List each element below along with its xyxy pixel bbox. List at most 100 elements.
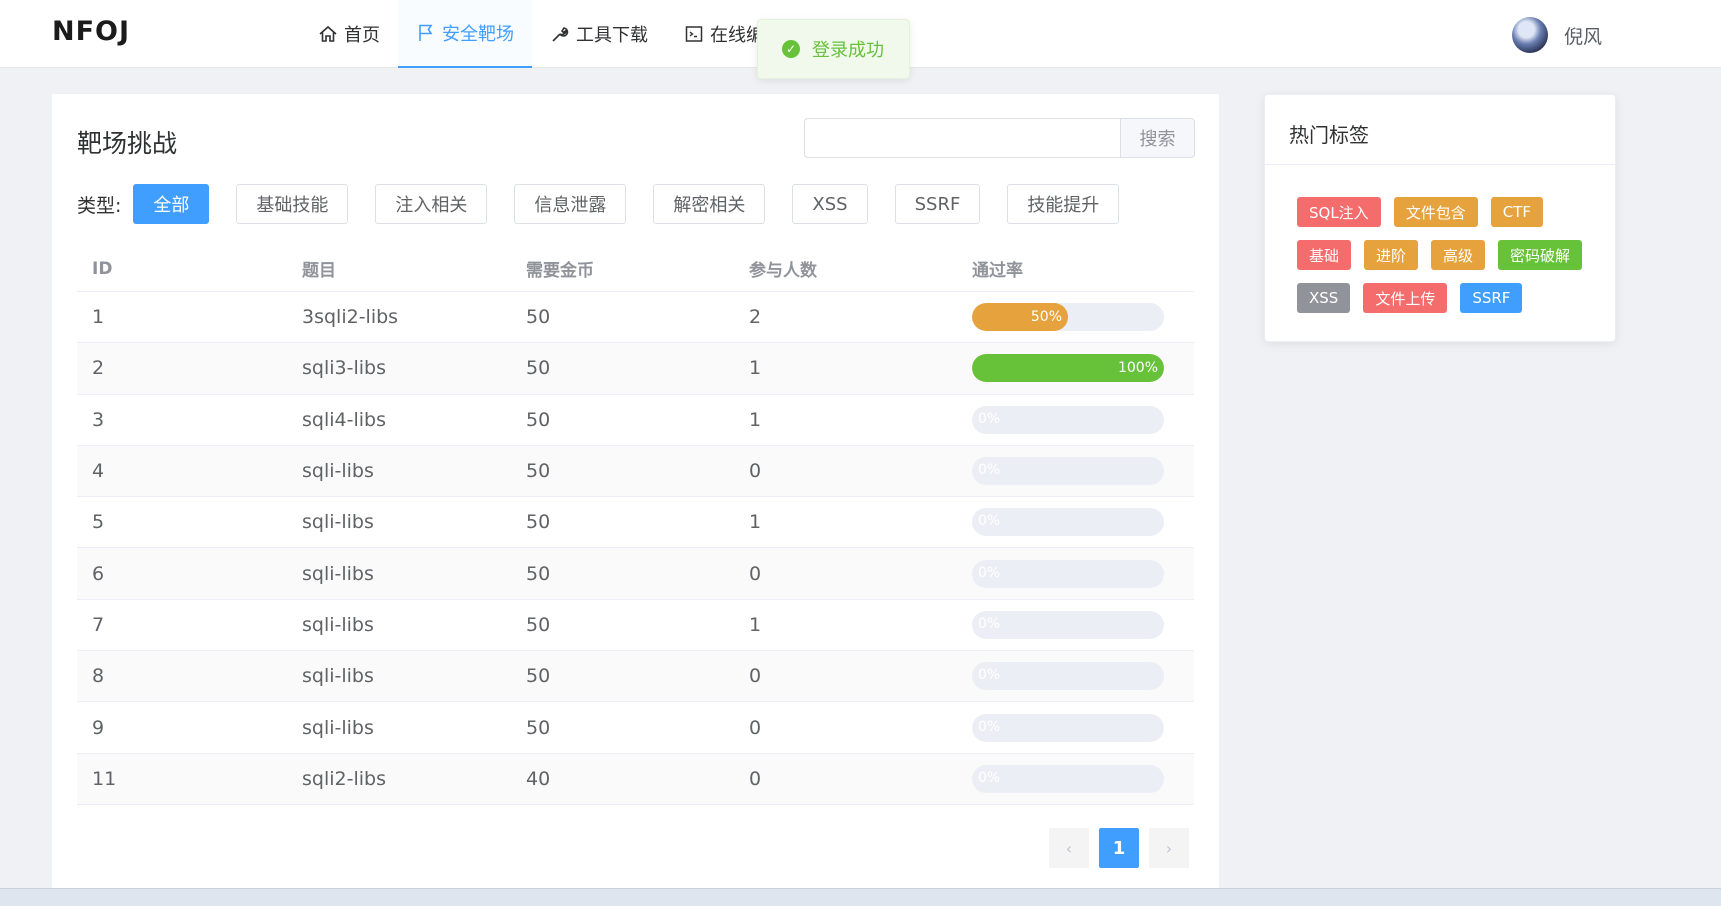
cell-title[interactable]: sqli-libs — [302, 460, 526, 482]
table-row[interactable]: 11 sqli2-libs 40 0 0% — [77, 753, 1194, 805]
challenge-table: ID 题目 需要金币 参与人数 通过率 1 3sqli2-libs 50 2 50% 2 s… — [77, 246, 1194, 805]
table-row[interactable]: 1 3sqli2-libs 50 2 50% — [77, 292, 1194, 344]
cell-participants: 0 — [749, 562, 762, 585]
type-all-button[interactable]: 全部 — [133, 184, 210, 224]
cell-id: 9 — [92, 716, 105, 739]
cell-id: 3 — [92, 408, 105, 431]
table-row[interactable]: 4 sqli-libs 50 0 0% — [77, 445, 1194, 498]
cell-title[interactable]: sqli-libs — [302, 717, 526, 739]
challenge-panel: 靶场挑战 搜索 类型: 全部 基础技能 注入相关 信息泄露 解密相关 XSS S… — [52, 94, 1219, 906]
nav-tools-download-label: 工具下载 — [576, 25, 648, 46]
nav-tools-download[interactable]: 工具下载 — [532, 0, 666, 68]
user-name[interactable]: 倪风 — [1564, 22, 1602, 49]
cell-title[interactable]: sqli3-libs — [302, 357, 526, 379]
hot-tags-title: 热门标签 — [1265, 95, 1615, 165]
progress-label: 0% — [978, 513, 1001, 530]
home-icon — [318, 24, 338, 44]
wrench-icon — [550, 24, 570, 44]
pass-rate-progress-bar: 0% — [972, 405, 1164, 434]
cell-participants: 0 — [749, 767, 762, 790]
table-row[interactable]: 5 sqli-libs 50 1 0% — [77, 497, 1194, 549]
avatar[interactable] — [1512, 17, 1548, 53]
type-filter-label: 类型: — [77, 194, 122, 217]
cell-participants: 0 — [749, 665, 762, 688]
cell-title[interactable]: sqli-libs — [302, 614, 526, 636]
page-1-button[interactable]: 1 — [1099, 828, 1139, 868]
type-advanced-button[interactable]: 技能提升 — [1007, 184, 1120, 224]
table-row[interactable]: 7 sqli-libs 50 1 0% — [77, 600, 1194, 652]
cell-title[interactable]: sqli-libs — [302, 665, 526, 687]
cell-coins: 40 — [526, 767, 551, 790]
cell-pass-rate: 0% — [972, 405, 1194, 434]
cell-title[interactable]: sqli4-libs — [302, 409, 526, 431]
table-row[interactable]: 2 sqli3-libs 50 1 100% — [77, 343, 1194, 395]
cell-id: 7 — [92, 613, 105, 636]
user-menu[interactable]: 倪风 — [1512, 17, 1602, 53]
terminal-icon — [684, 24, 704, 44]
type-basic-button[interactable]: 基础技能 — [236, 184, 349, 224]
tag-item[interactable]: 进阶 — [1364, 240, 1419, 270]
nav-home-label: 首页 — [344, 25, 380, 46]
tag-item[interactable]: 密码破解 — [1498, 240, 1583, 270]
tag-item[interactable]: SSRF — [1460, 283, 1523, 313]
nav-home[interactable]: 首页 — [300, 0, 398, 68]
progress-label: 0% — [978, 462, 1001, 479]
prev-page-button[interactable]: ‹ — [1049, 828, 1089, 868]
cell-coins: 50 — [526, 357, 551, 380]
table-row[interactable]: 9 sqli-libs 50 0 0% — [77, 702, 1194, 754]
pagination: ‹ 1 › — [1049, 828, 1199, 868]
col-header-coins[interactable]: 需要金币 — [526, 256, 749, 281]
next-page-button[interactable]: › — [1149, 828, 1189, 868]
cell-title[interactable]: sqli-libs — [302, 511, 526, 533]
type-info-leak-button[interactable]: 信息泄露 — [514, 184, 627, 224]
cell-title[interactable]: sqli2-libs — [302, 768, 526, 790]
type-ssrf-button[interactable]: SSRF — [894, 184, 981, 224]
type-decrypt-button[interactable]: 解密相关 — [653, 184, 766, 224]
col-header-id[interactable]: ID — [77, 259, 302, 279]
cell-coins: 50 — [526, 460, 551, 483]
progress-label: 0% — [978, 564, 1001, 581]
tag-item[interactable]: 文件包含 — [1393, 197, 1478, 227]
progress-label: 0% — [978, 718, 1001, 735]
pass-rate-progress-bar: 0% — [972, 508, 1164, 537]
type-injection-button[interactable]: 注入相关 — [375, 184, 488, 224]
tag-item[interactable]: 高级 — [1431, 240, 1486, 270]
cell-pass-rate: 0% — [972, 764, 1194, 793]
type-filter: 类型: 全部 基础技能 注入相关 信息泄露 解密相关 XSS SSRF 技能提升 — [77, 184, 1146, 224]
tag-item[interactable]: 文件上传 — [1363, 283, 1448, 313]
os-taskbar — [0, 888, 1721, 906]
cell-pass-rate: 0% — [972, 559, 1194, 588]
cell-participants: 0 — [749, 460, 762, 483]
pass-rate-progress-bar: 0% — [972, 559, 1164, 588]
cell-pass-rate: 0% — [972, 713, 1194, 742]
col-header-title[interactable]: 题目 — [302, 256, 526, 281]
search-button[interactable]: 搜索 — [1120, 118, 1195, 158]
tag-item[interactable]: SQL注入 — [1297, 197, 1381, 227]
col-header-pass-rate[interactable]: 通过率 — [972, 256, 1194, 281]
tag-item[interactable]: 基础 — [1297, 240, 1352, 270]
table-row[interactable]: 8 sqli-libs 50 0 0% — [77, 651, 1194, 703]
tag-item[interactable]: CTF — [1490, 197, 1543, 227]
cell-coins: 50 — [526, 408, 551, 431]
site-logo[interactable]: NFOJ — [52, 16, 130, 47]
cell-coins: 50 — [526, 613, 551, 636]
type-xss-button[interactable]: XSS — [792, 184, 868, 224]
cell-title[interactable]: sqli-libs — [302, 563, 526, 585]
cell-pass-rate: 0% — [972, 457, 1194, 486]
table-row[interactable]: 3 sqli4-libs 50 1 0% — [77, 395, 1194, 446]
progress-fill: 100% — [972, 354, 1164, 383]
search-input[interactable] — [804, 118, 1120, 158]
col-header-participants[interactable]: 参与人数 — [749, 256, 972, 281]
tag-item[interactable]: XSS — [1297, 283, 1351, 313]
nav-security-range[interactable]: 安全靶场 — [398, 0, 532, 68]
cell-pass-rate: 100% — [972, 354, 1194, 383]
flag-icon — [416, 23, 436, 43]
cell-title[interactable]: 3sqli2-libs — [302, 306, 526, 328]
check-circle-icon: ✓ — [782, 40, 800, 58]
progress-label: 0% — [978, 410, 1001, 427]
nav-security-range-label: 安全靶场 — [442, 24, 514, 45]
table-row[interactable]: 6 sqli-libs 50 0 0% — [77, 548, 1194, 600]
success-toast: ✓ 登录成功 — [757, 19, 910, 79]
cell-id: 2 — [92, 357, 105, 380]
cell-participants: 1 — [749, 511, 762, 534]
